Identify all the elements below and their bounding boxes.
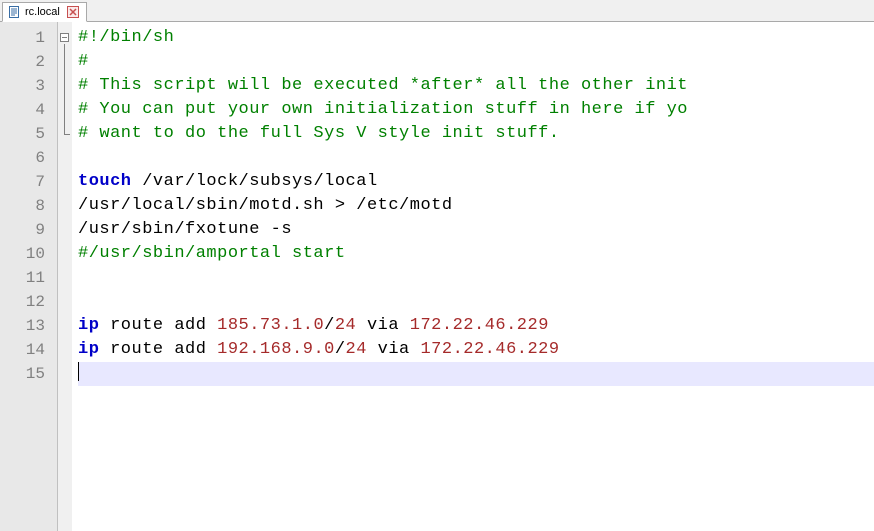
line-number: 15 (0, 362, 57, 386)
line-number: 5 (0, 122, 57, 146)
code-line[interactable] (78, 362, 874, 386)
code-line[interactable]: # This script will be executed *after* a… (78, 74, 874, 98)
code-line[interactable]: # (78, 50, 874, 74)
code-line[interactable]: /usr/sbin/fxotune -s (78, 218, 874, 242)
line-number: 10 (0, 242, 57, 266)
editor-area: 123456789101112131415 #!/bin/sh## This s… (0, 22, 874, 531)
code-line[interactable]: ip route add 192.168.9.0/24 via 172.22.4… (78, 338, 874, 362)
line-number: 12 (0, 290, 57, 314)
close-icon[interactable] (66, 5, 80, 19)
code-line[interactable]: /usr/local/sbin/motd.sh > /etc/motd (78, 194, 874, 218)
code-token: /var/lock/subsys/local (132, 172, 378, 191)
line-number: 13 (0, 314, 57, 338)
code-token: route add (99, 316, 217, 335)
code-token: route add (99, 340, 217, 359)
code-token: 192.168.9.0 (217, 340, 335, 359)
file-icon (7, 5, 21, 19)
code-line[interactable]: touch /var/lock/subsys/local (78, 170, 874, 194)
code-token: # want to do the full Sys V style init s… (78, 124, 560, 143)
code-token: via (367, 340, 421, 359)
line-number: 1 (0, 26, 57, 50)
code-token: via (356, 316, 410, 335)
tab-label: rc.local (25, 6, 60, 18)
tabbar: rc.local (0, 0, 874, 22)
text-caret (78, 362, 79, 381)
code-line[interactable]: #/usr/sbin/amportal start (78, 242, 874, 266)
code-token: touch (78, 172, 132, 191)
code-line[interactable] (78, 266, 874, 290)
code-token: 24 (335, 316, 356, 335)
code-token: #/usr/sbin/amportal start (78, 244, 346, 263)
code-token: #!/bin/sh (78, 28, 174, 47)
line-number: 3 (0, 74, 57, 98)
line-number: 11 (0, 266, 57, 290)
line-number: 6 (0, 146, 57, 170)
line-number: 7 (0, 170, 57, 194)
line-number-gutter: 123456789101112131415 (0, 22, 58, 531)
code-line[interactable]: ip route add 185.73.1.0/24 via 172.22.46… (78, 314, 874, 338)
fold-end-icon (64, 134, 70, 135)
fold-toggle-icon[interactable] (60, 33, 69, 42)
fold-guide (64, 44, 65, 134)
line-number: 8 (0, 194, 57, 218)
code-token: ip (78, 340, 99, 359)
code-area[interactable]: #!/bin/sh # # This script will be executed… (72, 22, 874, 531)
code-line[interactable] (78, 290, 874, 314)
file-tab[interactable]: rc.local (2, 2, 87, 22)
fold-margin[interactable] (58, 22, 72, 531)
code-token: # (78, 52, 89, 71)
code-line[interactable]: # want to do the full Sys V style init s… (78, 122, 874, 146)
line-number: 2 (0, 50, 57, 74)
code-token: # You can put your own initialization st… (78, 100, 688, 119)
code-token: /usr/local/sbin/motd.sh > /etc/motd (78, 196, 453, 215)
code-line[interactable]: # You can put your own initialization st… (78, 98, 874, 122)
code-token: 24 (346, 340, 367, 359)
code-token: 185.73.1.0 (217, 316, 324, 335)
code-line[interactable]: #!/bin/sh (78, 26, 874, 50)
code-token: 172.22.46.229 (410, 316, 549, 335)
line-number: 4 (0, 98, 57, 122)
code-line[interactable] (78, 146, 874, 170)
code-token: /usr/sbin/fxotune -s (78, 220, 292, 239)
code-token: ip (78, 316, 99, 335)
editor-window: rc.local 123456789101112131415 #!/bin/sh… (0, 0, 874, 531)
code-token: 172.22.46.229 (420, 340, 559, 359)
code-token: # This script will be executed *after* a… (78, 76, 688, 95)
code-token: / (324, 316, 335, 335)
line-number: 9 (0, 218, 57, 242)
code-token: / (335, 340, 346, 359)
line-number: 14 (0, 338, 57, 362)
